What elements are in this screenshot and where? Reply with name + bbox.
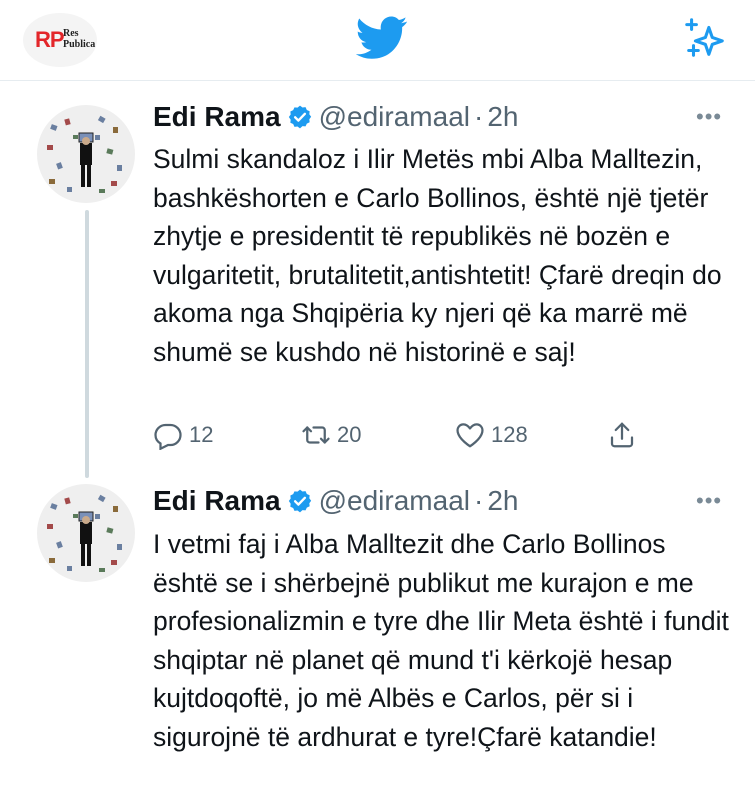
sparkle-icon[interactable]	[682, 16, 728, 62]
tweet-text: Sulmi skandaloz i Ilir Metës mbi Alba Ma…	[153, 144, 722, 367]
reply-count: 12	[189, 422, 214, 447]
like-button[interactable]: 128	[455, 418, 528, 452]
verified-badge-icon	[288, 489, 311, 513]
tweet-actions: 12 20 128	[153, 418, 653, 452]
tweet-header: Edi Rama @ediramaal · 2h	[153, 481, 518, 521]
logo-letters: RP	[35, 27, 65, 52]
author-name[interactable]: Edi Rama	[153, 485, 281, 516]
res-publica-logo[interactable]: RP Res Publica	[23, 13, 97, 67]
tweet-text: I vetmi faj i Alba Malltezit dhe Carlo B…	[153, 529, 729, 752]
separator-dot: ·	[473, 485, 484, 516]
retweet-button[interactable]: 20	[301, 418, 361, 452]
avatar[interactable]	[37, 484, 135, 582]
tweet-time[interactable]: 2h	[487, 101, 518, 132]
tweet-time[interactable]: 2h	[487, 485, 518, 516]
tweet-header: Edi Rama @ediramaal · 2h	[153, 97, 518, 137]
twitter-bird-icon[interactable]	[356, 16, 408, 60]
reply-button[interactable]: 12	[153, 418, 213, 452]
author-handle[interactable]: @ediramaal	[319, 101, 470, 132]
logo-text-line2: Publica	[63, 39, 96, 50]
more-options-icon[interactable]: •••	[696, 490, 726, 512]
verified-badge-icon	[288, 105, 311, 129]
avatar[interactable]	[37, 105, 135, 203]
author-name[interactable]: Edi Rama	[153, 101, 281, 132]
retweet-icon	[302, 426, 330, 444]
logo-text-line1: Res	[63, 28, 79, 39]
like-count: 128	[491, 422, 528, 447]
thread-line	[85, 210, 89, 478]
heart-icon	[456, 423, 484, 448]
reply-icon	[154, 423, 182, 450]
more-options-icon[interactable]: •••	[696, 106, 726, 128]
separator-dot: ·	[473, 101, 484, 132]
retweet-count: 20	[337, 422, 362, 447]
share-button[interactable]	[607, 418, 637, 452]
author-handle[interactable]: @ediramaal	[319, 485, 470, 516]
app-header: RP Res Publica	[0, 0, 755, 81]
logo-text: Res Publica	[63, 28, 95, 50]
share-icon	[610, 422, 634, 448]
